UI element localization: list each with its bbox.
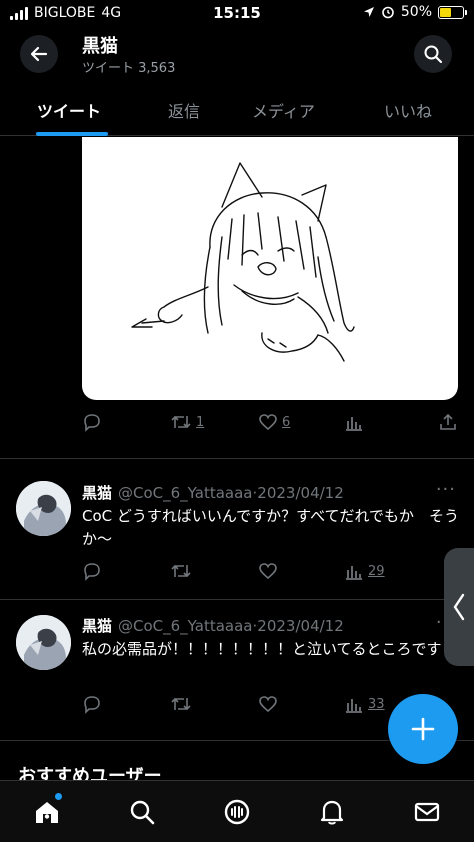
share-button[interactable] <box>438 412 458 432</box>
alarm-icon <box>382 6 394 19</box>
views-button[interactable] <box>344 412 364 432</box>
home-icon <box>36 802 58 823</box>
profile-tabs: ツイート 返信 メディア いいね <box>0 84 474 136</box>
side-panel-handle[interactable] <box>444 548 474 666</box>
status-bar: BIGLOBE 4G 15:15 50% <box>0 0 474 26</box>
tweet-item[interactable]: 黒猫 @CoC_6_Yattaaaa·2023/04/12 ··· CoC どうす… <box>0 459 474 599</box>
search-icon <box>130 800 155 825</box>
retweet-button[interactable] <box>170 694 192 714</box>
reply-button[interactable] <box>82 412 102 432</box>
tweet-header: 黒猫 @CoC_6_Yattaaaa·2023/04/12 <box>82 617 344 635</box>
avatar[interactable] <box>16 481 71 536</box>
tweet-count: ツイート 3,563 <box>82 61 176 76</box>
views-count: 33 <box>368 696 385 712</box>
views-count: 29 <box>368 563 385 579</box>
spaces-icon <box>224 799 250 825</box>
retweet-icon <box>171 697 191 711</box>
mail-icon <box>414 802 440 822</box>
tweet-media-image[interactable] <box>82 137 458 400</box>
cat-girl-sketch <box>131 162 355 362</box>
views-button[interactable]: 33 <box>344 694 385 714</box>
location-icon <box>363 7 374 17</box>
tab-tweets[interactable]: ツイート <box>37 98 101 122</box>
more-icon[interactable]: ··· <box>436 479 456 500</box>
reply-button[interactable] <box>82 694 102 714</box>
battery-percent: 50% <box>400 4 432 20</box>
arrow-left-icon <box>30 46 48 62</box>
nav-home[interactable] <box>32 797 62 827</box>
heart-icon <box>259 563 277 580</box>
reply-icon <box>84 563 100 581</box>
bottom-navigation <box>0 780 474 842</box>
retweet-icon <box>171 564 191 578</box>
profile-name: 黒猫 <box>82 36 118 57</box>
plus-icon <box>411 717 435 741</box>
bell-icon <box>320 800 344 825</box>
tweet-text: CoC どうすればいいんですか？すべてだれでもか そうか〜 <box>82 507 460 548</box>
tweet-handle[interactable]: @CoC_6_Yattaaaa <box>118 617 253 635</box>
tweet-date: 2023/04/12 <box>257 617 344 635</box>
nav-messages[interactable] <box>412 797 442 827</box>
tab-media[interactable]: メディア <box>252 98 315 122</box>
avatar[interactable] <box>16 615 71 670</box>
notification-dot <box>55 793 62 800</box>
retweet-button[interactable]: 1 <box>170 412 204 432</box>
tab-indicator <box>36 132 108 136</box>
reply-icon <box>84 414 100 432</box>
tweet-text: 私の必需品が！！！！！！！！と泣いてるところです <box>82 640 442 658</box>
tweet-actions: 1 6 <box>82 412 458 436</box>
nav-notifications[interactable] <box>317 797 347 827</box>
chevron-left-icon <box>453 593 465 621</box>
search-icon <box>424 45 443 64</box>
share-icon <box>440 413 456 430</box>
views-icon <box>346 699 362 713</box>
like-count: 6 <box>282 414 291 430</box>
reply-button[interactable] <box>82 561 102 581</box>
views-icon <box>346 566 362 580</box>
profile-header: 黒猫 ツイート 3,563 <box>0 26 474 82</box>
retweet-button[interactable] <box>170 561 192 581</box>
compose-tweet-button[interactable] <box>388 694 458 764</box>
retweet-icon <box>171 415 191 429</box>
search-button[interactable] <box>414 35 452 73</box>
views-icon <box>346 417 362 431</box>
tweet-handle[interactable]: @CoC_6_Yattaaaa <box>118 484 253 502</box>
tweet-author[interactable]: 黒猫 <box>82 484 112 502</box>
like-button[interactable] <box>258 694 278 714</box>
nav-spaces[interactable] <box>222 797 252 827</box>
like-button[interactable]: 6 <box>258 412 290 432</box>
views-button[interactable]: 29 <box>344 561 385 581</box>
retweet-count: 1 <box>196 414 205 430</box>
tweet-author[interactable]: 黒猫 <box>82 617 112 635</box>
tweet-header: 黒猫 @CoC_6_Yattaaaa·2023/04/12 <box>82 484 344 502</box>
nav-search[interactable] <box>127 797 157 827</box>
heart-icon <box>259 414 277 431</box>
tweet-actions: 29 <box>82 561 458 585</box>
like-button[interactable] <box>258 561 278 581</box>
avatar-image <box>16 615 71 670</box>
tweet-date: 2023/04/12 <box>257 484 344 502</box>
tab-replies[interactable]: 返信 <box>168 98 200 122</box>
avatar-image <box>16 481 71 536</box>
tab-likes[interactable]: いいね <box>384 98 432 122</box>
battery-icon <box>438 5 467 19</box>
heart-icon <box>259 696 277 713</box>
back-button[interactable] <box>20 35 58 73</box>
reply-icon <box>84 696 100 714</box>
